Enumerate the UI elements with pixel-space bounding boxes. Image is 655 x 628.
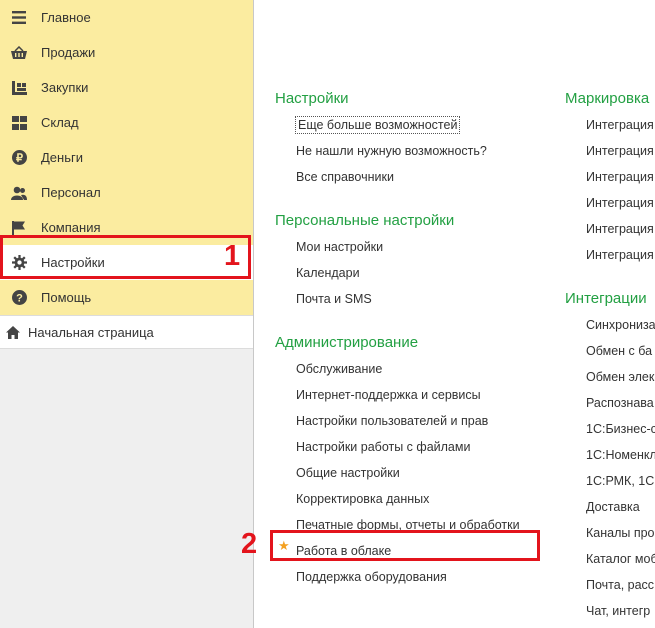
sidebar-item-label: Закупки <box>41 80 89 95</box>
section-title: Персональные настройки <box>275 212 455 229</box>
home-page-label: Начальная страница <box>28 324 154 340</box>
link-integration[interactable]: Интеграция <box>565 138 655 164</box>
link-mail-sms[interactable]: Почта и SMS <box>275 286 520 312</box>
link-integration[interactable]: Интеграция <box>565 216 655 242</box>
flag-icon <box>11 220 27 236</box>
link-mail-mailing[interactable]: Почта, расс <box>565 572 655 598</box>
highlight-box-print-forms <box>270 530 540 561</box>
sidebar-item-sales[interactable]: Продажи <box>0 35 253 70</box>
link-general-settings[interactable]: Общие настройки <box>275 460 520 486</box>
section-title: Интеграции <box>565 290 647 307</box>
link-calendars[interactable]: Календари <box>275 260 520 286</box>
link-internet-support[interactable]: Интернет-поддержка и сервисы <box>275 382 520 408</box>
settings-column-left: Настройки Еще больше возможностей Не наш… <box>275 86 520 590</box>
link-1c-rmk[interactable]: 1С:РМК, 1С <box>565 468 655 494</box>
link-mobile-catalog[interactable]: Каталог моб <box>565 546 655 572</box>
marker-number-1: 1 <box>224 240 241 272</box>
link-chat-integration[interactable]: Чат, интегр <box>565 598 655 624</box>
sidebar-item-money[interactable]: ₽ Деньги <box>0 140 253 175</box>
sidebar-item-label: Продажи <box>41 45 96 60</box>
sidebar-item-label: Помощь <box>41 290 92 305</box>
basket-icon <box>11 45 27 61</box>
section-title: Маркировка <box>565 90 650 107</box>
sidebar-item-help[interactable]: ? Помощь <box>0 280 253 315</box>
link-integration[interactable]: Интеграция <box>565 164 655 190</box>
section-integrations: Интеграции Синхрониза Обмен с ба Обмен э… <box>565 286 655 624</box>
svg-text:?: ? <box>16 293 23 305</box>
sidebar-item-label: Персонал <box>41 185 101 200</box>
link-bank-exchange[interactable]: Обмен с ба <box>565 338 655 364</box>
home-icon <box>6 325 20 339</box>
link-integration[interactable]: Интеграция <box>565 112 655 138</box>
link-file-settings[interactable]: Настройки работы с файлами <box>275 434 520 460</box>
section-settings: Настройки Еще больше возможностей Не наш… <box>275 86 520 190</box>
link-1c-business-network[interactable]: 1С:Бизнес-с <box>565 416 655 442</box>
purchases-icon <box>11 80 27 96</box>
link-my-settings[interactable]: Мои настройки <box>275 234 520 260</box>
people-icon <box>11 185 27 201</box>
menu-lines-icon <box>11 10 27 26</box>
svg-text:₽: ₽ <box>16 153 23 165</box>
sidebar: Главное Продажи Закупки Склад ₽ Деньги П… <box>0 0 254 628</box>
link-e-docs-exchange[interactable]: Обмен элек <box>565 364 655 390</box>
sidebar-item-label: Деньги <box>41 150 83 165</box>
section-personal-settings: Персональные настройки Мои настройки Кал… <box>275 208 520 312</box>
link-delivery[interactable]: Доставка <box>565 494 655 520</box>
link-maintenance[interactable]: Обслуживание <box>275 356 520 382</box>
link-integration[interactable]: Интеграция <box>565 190 655 216</box>
link-all-catalogs[interactable]: Все справочники <box>275 164 520 190</box>
link-more-features[interactable]: Еще больше возможностей <box>275 112 520 138</box>
question-icon: ? <box>11 290 27 306</box>
section-title: Настройки <box>275 90 349 107</box>
link-sync[interactable]: Синхрониза <box>565 312 655 338</box>
sidebar-item-label: Склад <box>41 115 79 130</box>
link-recognition[interactable]: Распознава <box>565 390 655 416</box>
sidebar-item-warehouse[interactable]: Склад <box>0 105 253 140</box>
link-integration[interactable]: Интеграция <box>565 242 655 268</box>
sidebar-item-label: Компания <box>41 220 101 235</box>
home-page-link[interactable]: Начальная страница <box>0 315 253 349</box>
section-marking: Маркировка Интеграция Интеграция Интегра… <box>565 86 655 268</box>
link-data-correction[interactable]: Корректировка данных <box>275 486 520 512</box>
link-sales-channels[interactable]: Каналы про <box>565 520 655 546</box>
sidebar-item-label: Главное <box>41 10 91 25</box>
link-equipment-support[interactable]: Поддержка оборудования <box>275 564 520 590</box>
ruble-coin-icon: ₽ <box>11 150 27 166</box>
marker-number-2: 2 <box>241 528 258 560</box>
sidebar-item-main[interactable]: Главное <box>0 0 253 35</box>
link-user-rights[interactable]: Настройки пользователей и прав <box>275 408 520 434</box>
sidebar-item-personnel[interactable]: Персонал <box>0 175 253 210</box>
link-label: Еще больше возможностей <box>294 116 461 134</box>
link-not-found-feature[interactable]: Не нашли нужную возможность? <box>275 138 520 164</box>
warehouse-grid-icon <box>11 115 27 131</box>
settings-column-right: Маркировка Интеграция Интеграция Интегра… <box>565 86 655 624</box>
sidebar-item-purchases[interactable]: Закупки <box>0 70 253 105</box>
highlight-box-settings <box>0 235 251 279</box>
section-title: Администрирование <box>275 334 419 351</box>
link-1c-nomenclature[interactable]: 1С:Номенкл <box>565 442 655 468</box>
